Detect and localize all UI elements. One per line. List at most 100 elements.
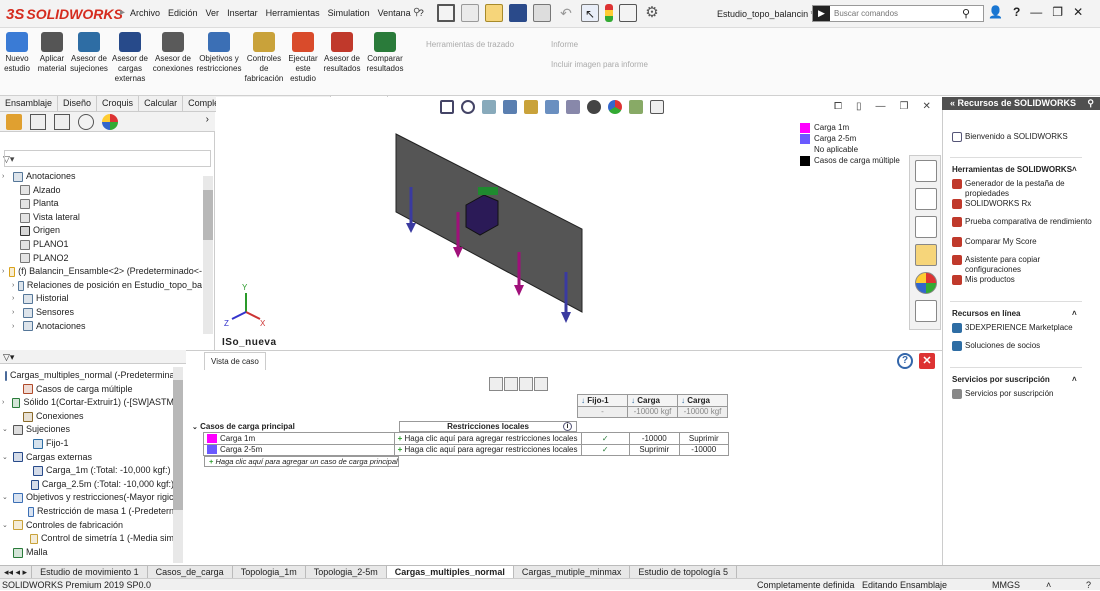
display-style-icon[interactable] [566, 100, 580, 114]
tab-dise-o[interactable]: Diseño [58, 96, 98, 111]
ribbon-button[interactable]: Asesor de conexiones [152, 32, 194, 74]
task-pane-link[interactable]: Asistente para copiar configuraciones [952, 255, 1092, 274]
pin-icon[interactable]: ⚲ [1087, 97, 1094, 110]
filter-field[interactable] [4, 150, 211, 167]
zoom-area-icon[interactable] [461, 100, 475, 114]
tree-node[interactable]: Conexiones [2, 410, 174, 424]
tree-node[interactable]: ⌄ Controles de fabricación [2, 519, 174, 533]
minimize-icon[interactable]: — [1030, 5, 1042, 19]
tree-node[interactable]: Malla [2, 546, 174, 560]
scene-icon[interactable] [629, 100, 643, 114]
task-pane-link[interactable]: SOLIDWORKS Rx [952, 199, 1092, 209]
close-icon[interactable]: ✕ [922, 101, 930, 112]
property-manager-icon[interactable] [30, 114, 46, 130]
tree-node[interactable]: › (f) Balancin_Ensamble<2> (Predeterminad… [2, 265, 202, 279]
section-view-icon[interactable] [503, 100, 517, 114]
search-icon[interactable]: ⚲ [962, 7, 970, 20]
previous-view-icon[interactable] [482, 100, 496, 114]
tree-node[interactable]: Fijo-1 [2, 437, 174, 451]
tree-node[interactable]: PLANO2 [2, 252, 202, 266]
document-tab[interactable]: Cargas_mutiple_minmax [514, 566, 631, 578]
tree-node[interactable]: › Historial [2, 292, 202, 306]
ribbon-button[interactable]: Ejecutar este estudio [286, 32, 320, 84]
document-tab[interactable]: Topologia_2-5m [306, 566, 387, 578]
tree-node[interactable]: PLANO1 [2, 238, 202, 252]
tree-node[interactable]: Origen [2, 224, 202, 238]
case-view-tab[interactable]: Vista de caso [204, 352, 266, 370]
ribbon-button[interactable]: Asesor de cargas externas [110, 32, 150, 84]
tree-node[interactable]: ⌄ Cargas externas [2, 451, 174, 465]
load-column-header[interactable]: ↓ Carga [677, 394, 728, 407]
info-icon[interactable]: i [563, 422, 572, 431]
view-palette-icon[interactable] [915, 244, 937, 266]
tree-node[interactable]: Restricción de masa 1 (-Predetern [2, 505, 174, 519]
task-pane-link[interactable]: Generador de la pestaña de propiedades [952, 179, 1092, 198]
chevron-up-icon[interactable]: ˄ [1072, 375, 1077, 384]
ribbon-button[interactable]: Nuevo estudio [2, 32, 32, 74]
case-value-cell[interactable]: Suprimir [678, 432, 730, 445]
tree-node[interactable]: Carga_1m (:Total: -10,000 kgf:) [2, 464, 174, 478]
document-tab[interactable]: Estudio de movimiento 1 [32, 566, 148, 578]
tree-node[interactable]: › Anotaciones [2, 320, 202, 334]
expand-icon[interactable]: ⌄ [2, 491, 10, 505]
help-icon[interactable]: ? [897, 353, 913, 369]
filter-icon[interactable]: ▽▾ [3, 352, 14, 363]
collapse-icon[interactable]: ⌄ [192, 424, 198, 431]
tree-node[interactable]: Cargas_multiples_normal (-Predetermina [2, 369, 174, 383]
case-value-cell[interactable]: ✓ [580, 443, 631, 456]
new-document-icon[interactable] [461, 4, 479, 22]
design-library-icon[interactable] [915, 188, 937, 210]
ribbon-button[interactable]: Asesor de resultados [322, 32, 362, 74]
document-tab[interactable]: Estudio de topología 5 [630, 566, 737, 578]
ribbon-button[interactable]: Aplicar material [36, 32, 68, 74]
tree-node[interactable]: › Anotaciones [2, 170, 202, 184]
restore-icon[interactable]: ❐ [1052, 5, 1063, 19]
grid-icon[interactable] [619, 4, 637, 22]
menu-item[interactable]: Simulation [328, 8, 370, 18]
load-case-row[interactable]: Carga 1m + Haga clic aquí para agregar re… [203, 432, 730, 445]
scrollbar-thumb[interactable] [203, 190, 213, 240]
menu-pin-icon[interactable]: ▸ [120, 7, 125, 18]
menu-item[interactable]: Insertar [227, 8, 258, 18]
add-main-case-row[interactable]: + Haga clic aquí para agregar un caso de… [204, 456, 399, 467]
case-value-cell[interactable]: -10000 [629, 432, 680, 445]
solidworks-logo[interactable]: 3S SOLIDWORKS [6, 5, 123, 23]
restore-icon[interactable]: ❐ [900, 101, 909, 112]
close-icon[interactable]: ✕ [919, 353, 935, 369]
undo-icon[interactable]: ↶ [557, 4, 575, 22]
open-folder-icon[interactable] [485, 4, 503, 22]
fixture-icon[interactable] [504, 377, 518, 391]
tab-scroll-arrows[interactable]: ◂◂ ◂ ▸ [0, 566, 33, 578]
section-title[interactable]: Herramientas de SOLIDWORKS ˄ [952, 165, 1077, 174]
help-icon[interactable]: ? [1086, 579, 1091, 591]
section-title[interactable]: Recursos en línea ˄ [952, 309, 1077, 318]
document-tab[interactable]: Casos_de_carga [148, 566, 233, 578]
resources-home-icon[interactable] [915, 160, 937, 182]
tree-node[interactable]: Control de simetría 1 (-Media sim [2, 532, 174, 546]
tree-node[interactable]: ⌄ Objetivos y restricciones(-Mayor rigic [2, 491, 174, 505]
display-manager-icon[interactable] [102, 114, 118, 130]
load-column-header[interactable]: ↓ Fijo-1 [577, 394, 628, 407]
case-name-cell[interactable]: Carga 2-5m [203, 443, 395, 456]
search-mode-icon[interactable]: ▶ [813, 6, 830, 21]
appearance-icon[interactable] [608, 100, 622, 114]
display-settings-icon[interactable] [650, 100, 664, 114]
restriction-cell[interactable]: + Haga clic aquí para agregar restriccio… [393, 443, 582, 456]
expand-icon[interactable]: › [2, 396, 9, 410]
ribbon-disabled-button[interactable]: Informe [551, 40, 578, 50]
task-pane-link[interactable]: Servicios por suscripción [952, 389, 1092, 399]
ribbon-disabled-button[interactable]: Herramientas de trazado [426, 40, 514, 50]
ribbon-button[interactable]: Asesor de sujeciones [70, 32, 108, 74]
welcome-link[interactable]: Bienvenido a SOLIDWORKS [952, 132, 1092, 142]
expand-icon[interactable]: ⌄ [2, 519, 10, 533]
tree-node[interactable]: › Sensores [2, 306, 202, 320]
help-icon[interactable]: ? [1013, 5, 1020, 19]
ribbon-button[interactable]: Comparar resultados [364, 32, 406, 74]
filter-icon[interactable] [489, 377, 503, 391]
expand-icon[interactable]: ⌄ [2, 451, 10, 465]
pin-icon[interactable]: ⚲ [413, 7, 420, 18]
task-pane-link[interactable]: Soluciones de socios [952, 341, 1092, 351]
sort-icon[interactable] [534, 377, 548, 391]
expand-icon[interactable]: › [12, 292, 20, 306]
tree-node[interactable]: ⌄ Sujeciones [2, 423, 174, 437]
